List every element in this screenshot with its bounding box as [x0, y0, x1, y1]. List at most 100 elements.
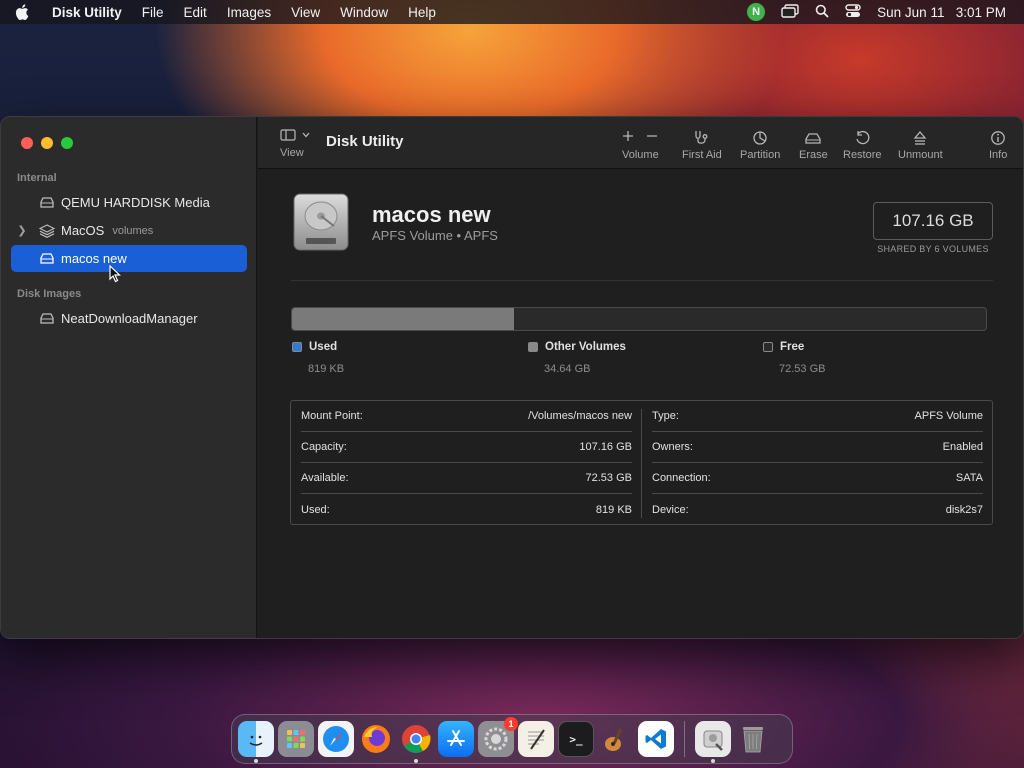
volume-info-table: Mount Point: /Volumes/macos new Capacity…	[290, 400, 993, 525]
sidebar-toggle-icon	[280, 129, 310, 141]
hard-drive-icon	[292, 192, 350, 257]
info-column-right: Type: APFS Volume Owners: Enabled Connec…	[642, 401, 993, 524]
menu-help[interactable]: Help	[398, 5, 446, 20]
disk-drive-icon	[33, 312, 61, 325]
info-row-mount-point: Mount Point: /Volumes/macos new	[301, 401, 632, 432]
eject-icon	[912, 127, 928, 149]
control-center-icon[interactable]	[845, 3, 861, 21]
legend-used: Used 819 KB	[292, 341, 344, 375]
view-button[interactable]: View	[280, 129, 310, 159]
restore-arrow-icon	[854, 127, 870, 149]
firefox-icon[interactable]	[358, 721, 394, 757]
status-app-icon[interactable]: N	[747, 3, 766, 21]
close-button[interactable]	[21, 137, 33, 149]
restore-label: Restore	[843, 149, 882, 161]
mouse-pointer-icon	[109, 264, 122, 288]
info-row-capacity: Capacity: 107.16 GB	[301, 432, 632, 463]
volume-button[interactable]: Volume	[622, 127, 659, 161]
partition-button[interactable]: Partition	[740, 127, 780, 161]
info-value: SATA	[955, 472, 983, 484]
info-key: Owners:	[652, 441, 693, 453]
info-key: Mount Point:	[301, 410, 363, 422]
legend-swatch-used	[292, 342, 302, 352]
spotlight-search-icon[interactable]	[815, 4, 829, 21]
legend-swatch-other	[528, 342, 538, 352]
sidebar-item-label: MacOS	[61, 223, 105, 238]
legend-value: 34.64 GB	[544, 363, 591, 375]
sidebar: Internal QEMU HARDDISK Media ❯ MacOS vol…	[1, 117, 257, 638]
restore-button[interactable]: Restore	[843, 127, 882, 161]
unmount-button[interactable]: Unmount	[898, 127, 943, 161]
info-key: Available:	[301, 472, 349, 484]
menu-view[interactable]: View	[281, 5, 330, 20]
menu-file[interactable]: File	[132, 5, 174, 20]
disk-utility-window: Internal QEMU HARDDISK Media ❯ MacOS vol…	[0, 116, 1024, 639]
detail-pane: macos new APFS Volume • APFS 107.16 GB S…	[258, 170, 1023, 638]
toolbar: View Disk Utility Volume First Aid Parti…	[258, 117, 1023, 169]
disk-drive-icon	[33, 196, 61, 209]
dock-separator	[684, 721, 685, 757]
info-key: Connection:	[652, 472, 711, 484]
sidebar-item-macos[interactable]: ❯ MacOS volumes	[11, 217, 247, 244]
minimize-button[interactable]	[41, 137, 53, 149]
menu-clock[interactable]: Sun Jun 11 3:01 PM	[877, 5, 1006, 20]
info-row-used: Used: 819 KB	[301, 494, 632, 525]
unmount-label: Unmount	[898, 149, 943, 161]
disclosure-chevron-icon[interactable]: ❯	[11, 224, 33, 237]
remove-volume-icon[interactable]	[646, 129, 658, 147]
apple-menu-icon[interactable]	[0, 4, 44, 20]
menu-window[interactable]: Window	[330, 5, 398, 20]
info-row-type: Type: APFS Volume	[652, 401, 983, 432]
legend-label: Used	[309, 341, 338, 353]
eraser-icon	[804, 127, 822, 149]
trash-icon[interactable]	[735, 721, 771, 757]
usage-bar-used-segment	[292, 308, 515, 330]
sidebar-item-macos-new[interactable]: macos new	[11, 245, 247, 272]
info-value: disk2s7	[945, 503, 983, 516]
finder-icon[interactable]	[238, 721, 274, 763]
info-value: 819 KB	[595, 503, 632, 516]
disk-drive-icon	[33, 252, 61, 265]
info-key: Device:	[652, 503, 689, 516]
info-key: Type:	[652, 410, 679, 422]
chrome-icon[interactable]	[398, 721, 434, 763]
dock: 1 >_	[231, 714, 793, 764]
sidebar-item-label: NeatDownloadManager	[61, 311, 198, 326]
pie-chart-icon	[752, 127, 768, 149]
launchpad-icon[interactable]	[278, 721, 314, 757]
info-button[interactable]: Info	[989, 127, 1007, 161]
vscode-icon[interactable]	[638, 721, 674, 757]
safari-icon[interactable]	[318, 721, 354, 757]
add-volume-icon[interactable]	[622, 129, 634, 147]
terminal-icon[interactable]: >_	[558, 721, 594, 757]
info-row-device: Device: disk2s7	[652, 494, 983, 525]
first-aid-button[interactable]: First Aid	[682, 127, 722, 161]
system-settings-icon[interactable]: 1	[478, 717, 518, 757]
app-store-icon[interactable]	[438, 721, 474, 757]
menu-bar: Disk Utility File Edit Images View Windo…	[0, 0, 1024, 24]
volume-button-label: Volume	[622, 149, 659, 161]
zoom-button[interactable]	[61, 137, 73, 149]
sidebar-item-qemu-harddisk[interactable]: QEMU HARDDISK Media	[11, 189, 247, 216]
volume-size-caption: SHARED BY 6 VOLUMES	[877, 244, 989, 254]
erase-label: Erase	[799, 149, 828, 161]
garageband-icon[interactable]	[598, 721, 634, 757]
textedit-icon[interactable]	[518, 721, 554, 757]
menu-edit[interactable]: Edit	[174, 5, 217, 20]
legend-label: Other Volumes	[545, 341, 626, 353]
info-row-connection: Connection: SATA	[652, 463, 983, 494]
menu-app-name[interactable]: Disk Utility	[44, 5, 132, 20]
screen-mirror-icon[interactable]	[781, 3, 799, 21]
info-value: Enabled	[942, 441, 983, 453]
menu-images[interactable]: Images	[217, 5, 281, 20]
legend-free: Free 72.53 GB	[763, 341, 825, 375]
info-icon	[990, 127, 1006, 149]
view-button-label: View	[280, 147, 304, 159]
disk-utility-icon[interactable]	[695, 721, 731, 763]
sidebar-item-label: macos new	[61, 251, 127, 266]
erase-button[interactable]: Erase	[799, 127, 828, 161]
sidebar-item-neatdownloadmanager[interactable]: NeatDownloadManager	[11, 305, 247, 332]
info-value: 107.16 GB	[579, 441, 632, 453]
info-key: Used:	[301, 503, 330, 516]
legend-value: 819 KB	[308, 363, 345, 375]
